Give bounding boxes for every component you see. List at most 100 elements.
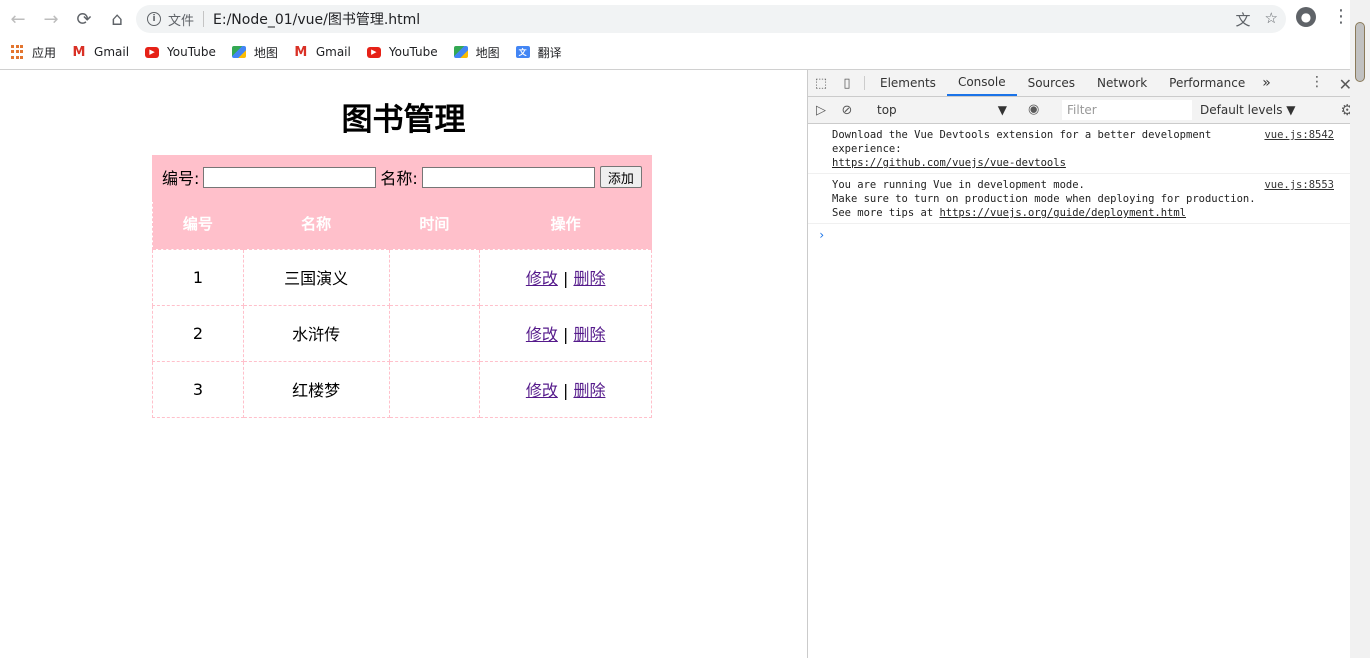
more-tabs-icon[interactable]: » (1256, 70, 1277, 96)
translate-icon[interactable]: 文 (1236, 9, 1251, 30)
browser-menu-icon[interactable]: ⋮ (1332, 8, 1350, 26)
info-icon[interactable]: i (147, 12, 161, 26)
devtools-menu-icon[interactable]: ⋮ (1310, 74, 1324, 90)
url-text[interactable]: E:/Node_01/vue/图书管理.html (213, 9, 420, 29)
tab-network[interactable]: Network (1086, 70, 1158, 96)
table-row: 1 三国演义 修改 | 删除 (152, 248, 652, 306)
clear-console-icon[interactable]: ⊘ (834, 103, 860, 118)
bookmark-label: 应用 (32, 45, 57, 60)
context-select[interactable]: top ▼ (877, 103, 1007, 117)
forward-icon[interactable]: → (36, 4, 66, 34)
bookmark-label: Gmail (94, 45, 130, 59)
console-message: You are running Vue in development mode.… (808, 174, 1360, 224)
message-line: experience: (832, 143, 902, 155)
message-link[interactable]: https://vuejs.org/guide/deployment.html (939, 207, 1186, 219)
cell-name: 水浒传 (242, 304, 390, 362)
edit-link[interactable]: 修改 (526, 381, 558, 400)
add-book-form: 编号: 名称: 添加 (152, 155, 652, 199)
bookmark-label: 翻译 (537, 45, 562, 60)
console-prompt[interactable]: › (808, 224, 1360, 246)
delete-link[interactable]: 删除 (573, 381, 605, 400)
edit-link[interactable]: 修改 (526, 269, 558, 288)
default-levels-dropdown[interactable]: Default levels ▼ (1200, 103, 1296, 117)
youtube-icon: ▶ (366, 46, 381, 58)
reload-icon[interactable]: ⟳ (69, 4, 99, 34)
console-message: Download the Vue Devtools extension for … (808, 124, 1360, 174)
bookmark-maps[interactable]: 地图 (453, 44, 500, 61)
bookmark-apps[interactable]: 应用 (10, 44, 56, 61)
chevron-down-icon: ▼ (997, 103, 1007, 117)
window-scrollbar[interactable] (1350, 0, 1370, 658)
url-scheme-label: 文件 (168, 13, 195, 29)
tab-elements[interactable]: Elements (869, 70, 947, 96)
action-separator: | (562, 381, 569, 400)
page-viewport: 图书管理 编号: 名称: 添加 编号 名称 时间 操作 1 三国演义 修改 | … (0, 70, 807, 658)
device-toolbar-icon[interactable]: ▯ (834, 70, 860, 96)
bookmark-label: Gmail (315, 45, 351, 59)
message-link-line: https://github.com/vuejs/vue-devtools (832, 156, 1232, 170)
filter-placeholder: Filter (1067, 103, 1097, 117)
devtools-tabbar: ⬚ ▯ Elements Console Sources Network Per… (808, 70, 1360, 97)
action-separator: | (562, 325, 569, 344)
book-name-input[interactable] (421, 166, 595, 188)
bookmark-gmail[interactable]: M Gmail (72, 45, 130, 60)
cell-name: 三国演义 (242, 248, 390, 306)
edit-link[interactable]: 修改 (526, 325, 558, 344)
column-header-id: 编号 (152, 199, 244, 249)
devtools-panel: ⬚ ▯ Elements Console Sources Network Per… (807, 70, 1360, 658)
message-source-link[interactable]: vue.js:8553 (1264, 178, 1334, 192)
book-id-input[interactable] (203, 166, 377, 188)
add-button[interactable]: 添加 (599, 166, 642, 188)
bookmark-label: 地图 (253, 45, 278, 60)
bookmark-youtube[interactable]: ▶ YouTube (145, 45, 216, 59)
bookmark-translate[interactable]: 文 翻译 (515, 44, 562, 61)
console-filter-bar: ▷ ⊘ top ▼ ◉ Filter Default levels ▼ ⚙ (808, 97, 1360, 124)
message-link[interactable]: https://github.com/vuejs/vue-devtools (832, 157, 1066, 169)
tabbar-separator (864, 76, 865, 90)
column-header-name: 名称 (242, 199, 390, 249)
column-header-time: 时间 (388, 199, 481, 249)
message-link-prefix: See more tips at (832, 207, 940, 219)
bookmark-maps[interactable]: 地图 (231, 44, 278, 61)
maps-icon (231, 46, 246, 58)
show-sidebar-icon[interactable]: ▷ (808, 103, 834, 118)
account-icon[interactable]: ● (1296, 7, 1316, 27)
home-icon[interactable]: ⌂ (102, 4, 132, 34)
address-bar[interactable]: i 文件 E:/Node_01/vue/图书管理.html 文 ☆ (136, 5, 1286, 33)
cell-id: 1 (152, 248, 244, 306)
bookmarks-bar: 应用 M Gmail ▶ YouTube 地图 M Gmail ▶ YouTub… (0, 38, 1350, 66)
bookmark-youtube[interactable]: ▶ YouTube (366, 45, 438, 59)
eye-icon[interactable]: ◉ (1028, 102, 1039, 117)
translate-icon: 文 (515, 46, 530, 58)
star-icon[interactable]: ☆ (1265, 9, 1278, 30)
tab-sources[interactable]: Sources (1017, 70, 1086, 96)
cell-actions: 修改 | 删除 (479, 248, 652, 306)
browser-toolbar: ← → ⟳ ⌂ i 文件 E:/Node_01/vue/图书管理.html 文 … (0, 0, 1350, 38)
scrollbar-thumb[interactable] (1355, 22, 1365, 82)
inspect-element-icon[interactable]: ⬚ (808, 70, 834, 96)
delete-link[interactable]: 删除 (573, 325, 605, 344)
tab-console[interactable]: Console (946, 70, 1017, 96)
message-line: Make sure to turn on production mode whe… (832, 193, 1256, 205)
console-output: Download the Vue Devtools extension for … (808, 124, 1360, 246)
back-icon[interactable]: ← (3, 4, 33, 34)
id-label: 编号: (162, 169, 200, 188)
youtube-icon: ▶ (145, 46, 160, 58)
column-header-actions: 操作 (479, 199, 652, 249)
cell-name: 红楼梦 (242, 360, 390, 418)
filter-input[interactable]: Filter (1062, 100, 1192, 120)
bookmark-label: 地图 (475, 45, 500, 60)
message-source-link[interactable]: vue.js:8542 (1264, 128, 1334, 142)
gmail-icon: M (294, 44, 308, 60)
name-label: 名称: (380, 169, 418, 188)
delete-link[interactable]: 删除 (573, 269, 605, 288)
message-line: Download the Vue Devtools extension for … (832, 129, 1212, 141)
cell-time (388, 360, 481, 418)
bookmark-gmail[interactable]: M Gmail (294, 44, 351, 60)
tab-performance[interactable]: Performance (1158, 70, 1256, 96)
browser-window: ← → ⟳ ⌂ i 文件 E:/Node_01/vue/图书管理.html 文 … (0, 0, 1370, 658)
page-title: 图书管理 (341, 102, 466, 138)
cell-id: 3 (152, 360, 244, 418)
bookmark-label: YouTube (388, 45, 438, 59)
bookmark-label: YouTube (167, 45, 216, 59)
